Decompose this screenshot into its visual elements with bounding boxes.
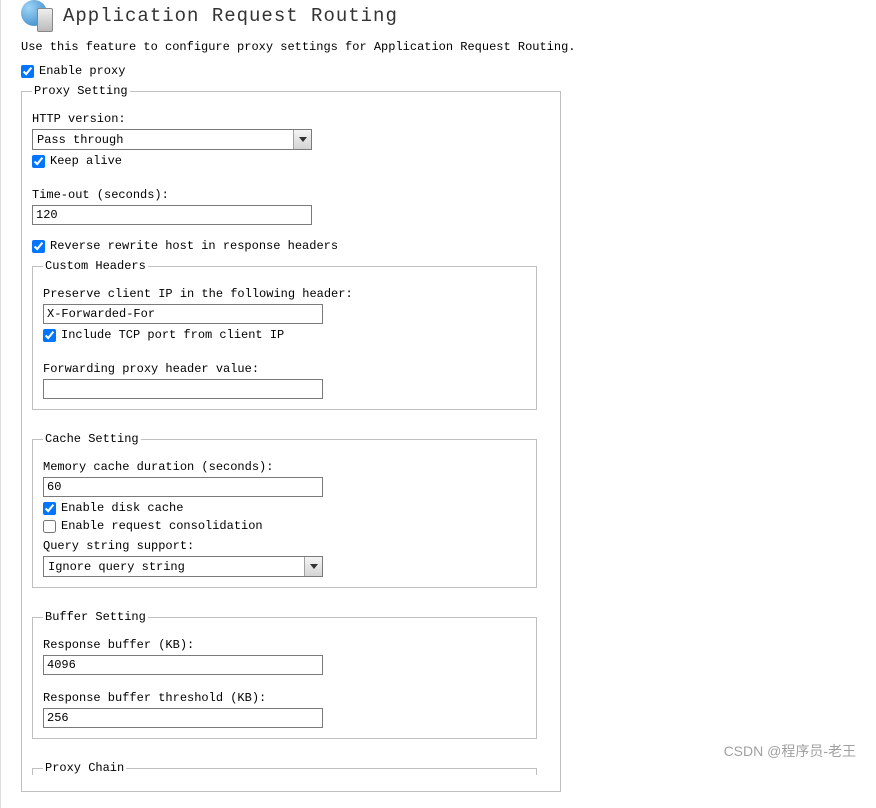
enable-proxy-label: Enable proxy bbox=[39, 64, 125, 78]
enable-request-consolidation-input[interactable] bbox=[43, 520, 56, 533]
proxy-setting-group: Proxy Setting HTTP version: Pass through… bbox=[21, 84, 561, 792]
query-string-value: Ignore query string bbox=[44, 557, 304, 576]
page-header: Application Request Routing bbox=[21, 0, 858, 32]
http-version-value: Pass through bbox=[33, 130, 293, 149]
timeout-input[interactable] bbox=[32, 205, 312, 225]
proxy-chain-group: Proxy Chain bbox=[32, 761, 537, 775]
enable-disk-cache-checkbox[interactable]: Enable disk cache bbox=[43, 501, 526, 515]
memory-cache-label: Memory cache duration (seconds): bbox=[43, 460, 526, 474]
chevron-down-icon bbox=[299, 137, 307, 142]
preserve-client-ip-label: Preserve client IP in the following head… bbox=[43, 287, 526, 301]
http-version-select[interactable]: Pass through bbox=[32, 129, 312, 150]
keep-alive-checkbox[interactable]: Keep alive bbox=[32, 154, 550, 168]
response-buffer-label: Response buffer (KB): bbox=[43, 638, 526, 652]
timeout-label: Time-out (seconds): bbox=[32, 188, 550, 202]
forwarding-proxy-label: Forwarding proxy header value: bbox=[43, 362, 526, 376]
arr-icon bbox=[21, 0, 53, 32]
custom-headers-group: Custom Headers Preserve client IP in the… bbox=[32, 259, 537, 410]
include-tcp-checkbox[interactable]: Include TCP port from client IP bbox=[43, 328, 526, 342]
proxy-chain-legend: Proxy Chain bbox=[43, 761, 126, 775]
cache-setting-group: Cache Setting Memory cache duration (sec… bbox=[32, 432, 537, 588]
reverse-rewrite-checkbox[interactable]: Reverse rewrite host in response headers bbox=[32, 239, 550, 253]
reverse-rewrite-input[interactable] bbox=[32, 240, 45, 253]
enable-proxy-input[interactable] bbox=[21, 65, 34, 78]
query-string-label: Query string support: bbox=[43, 539, 526, 553]
response-buffer-threshold-input[interactable] bbox=[43, 708, 323, 728]
keep-alive-input[interactable] bbox=[32, 155, 45, 168]
buffer-setting-group: Buffer Setting Response buffer (KB): Res… bbox=[32, 610, 537, 739]
response-buffer-input[interactable] bbox=[43, 655, 323, 675]
enable-disk-cache-label: Enable disk cache bbox=[61, 501, 183, 515]
proxy-setting-legend: Proxy Setting bbox=[32, 84, 130, 98]
cache-setting-legend: Cache Setting bbox=[43, 432, 141, 446]
http-version-label: HTTP version: bbox=[32, 112, 550, 126]
page-description: Use this feature to configure proxy sett… bbox=[21, 40, 858, 54]
buffer-setting-legend: Buffer Setting bbox=[43, 610, 148, 624]
enable-disk-cache-input[interactable] bbox=[43, 502, 56, 515]
include-tcp-input[interactable] bbox=[43, 329, 56, 342]
chevron-down-icon bbox=[310, 564, 318, 569]
enable-request-consolidation-label: Enable request consolidation bbox=[61, 519, 263, 533]
memory-cache-input[interactable] bbox=[43, 477, 323, 497]
enable-proxy-checkbox[interactable]: Enable proxy bbox=[21, 64, 858, 78]
response-buffer-threshold-label: Response buffer threshold (KB): bbox=[43, 691, 526, 705]
custom-headers-legend: Custom Headers bbox=[43, 259, 148, 273]
preserve-client-ip-input[interactable] bbox=[43, 304, 323, 324]
keep-alive-label: Keep alive bbox=[50, 154, 122, 168]
enable-request-consolidation-checkbox[interactable]: Enable request consolidation bbox=[43, 519, 526, 533]
reverse-rewrite-label: Reverse rewrite host in response headers bbox=[50, 239, 338, 253]
query-string-select[interactable]: Ignore query string bbox=[43, 556, 323, 577]
forwarding-proxy-input[interactable] bbox=[43, 379, 323, 399]
include-tcp-label: Include TCP port from client IP bbox=[61, 328, 284, 342]
dropdown-button[interactable] bbox=[304, 557, 322, 576]
page-title: Application Request Routing bbox=[63, 5, 398, 27]
dropdown-button[interactable] bbox=[293, 130, 311, 149]
